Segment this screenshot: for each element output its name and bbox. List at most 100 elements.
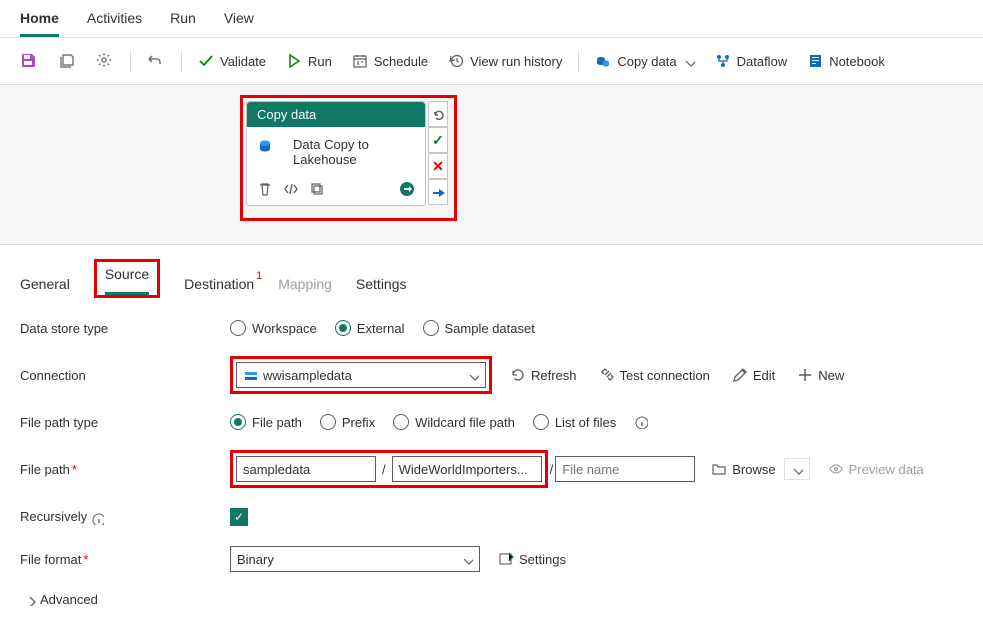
- settings-icon: [498, 551, 514, 567]
- eye-icon: [828, 461, 844, 477]
- menu-view[interactable]: View: [224, 8, 254, 37]
- radio-dot: [393, 414, 409, 430]
- info-icon[interactable]: [91, 512, 104, 525]
- pipeline-canvas[interactable]: Copy data Data Copy to Lakehouse ✓ ✕: [0, 85, 983, 245]
- new-button[interactable]: New: [793, 365, 848, 385]
- chevron-down-icon: [467, 369, 479, 381]
- reload-icon: [431, 107, 445, 121]
- tab-general[interactable]: General: [20, 276, 70, 302]
- menu-home[interactable]: Home: [20, 8, 59, 37]
- radio-wildcard[interactable]: Wildcard file path: [393, 414, 515, 430]
- status-failure[interactable]: ✕: [428, 153, 448, 179]
- radio-dot: [533, 414, 549, 430]
- copydata-label: Copy data: [617, 54, 676, 69]
- row-data-store-type: Data store type Workspace External Sampl…: [20, 320, 963, 336]
- refresh-button[interactable]: Refresh: [506, 365, 581, 385]
- row-file-format: File format* Binary Settings: [20, 546, 963, 572]
- row-connection: Connection wwisampledata Refresh Test co…: [20, 356, 963, 394]
- database-icon: [257, 138, 285, 166]
- save-icon: [20, 52, 38, 70]
- history-button[interactable]: View run history: [440, 47, 570, 75]
- preview-data-button: Preview data: [824, 459, 928, 479]
- run-button[interactable]: Run: [278, 47, 340, 75]
- activity-body: Data Copy to Lakehouse: [247, 127, 425, 177]
- saveall-button[interactable]: [50, 46, 84, 76]
- advanced-toggle[interactable]: Advanced: [20, 592, 963, 607]
- radio-list[interactable]: List of files: [533, 414, 616, 430]
- tab-source[interactable]: Source: [105, 266, 149, 295]
- radio-dot: [335, 320, 351, 336]
- notebook-icon: [807, 53, 823, 69]
- data-store-type-group: Workspace External Sample dataset: [230, 320, 535, 336]
- radio-dot: [423, 320, 439, 336]
- connection-dropdown[interactable]: wwisampledata: [236, 362, 486, 388]
- notebook-button[interactable]: Notebook: [799, 47, 893, 75]
- format-settings-button[interactable]: Settings: [494, 549, 570, 569]
- activity-name-line2: Lakehouse: [293, 152, 369, 167]
- row-file-path: File path* sampledata / WideWorldImporte…: [20, 450, 963, 488]
- tab-destination[interactable]: Destination1: [184, 276, 254, 302]
- status-success[interactable]: ✓: [428, 127, 448, 153]
- chevron-down-icon: [791, 463, 803, 475]
- advanced-label: Advanced: [40, 592, 98, 607]
- validate-label: Validate: [220, 54, 266, 69]
- container-input[interactable]: sampledata: [236, 456, 376, 482]
- redirect-icon: [431, 185, 445, 199]
- browse-button[interactable]: Browse: [707, 459, 779, 479]
- validate-button[interactable]: Validate: [190, 47, 274, 75]
- plug-icon: [599, 367, 615, 383]
- activity-title: Copy data: [247, 102, 425, 127]
- connection-actions: Refresh Test connection Edit New: [506, 365, 848, 385]
- activity-card[interactable]: Copy data Data Copy to Lakehouse: [246, 101, 426, 206]
- menu-run[interactable]: Run: [170, 8, 196, 37]
- label-file-path-type: File path type: [20, 415, 230, 430]
- test-connection-button[interactable]: Test connection: [595, 365, 714, 385]
- chevron-down-icon: [461, 553, 473, 565]
- proceed-icon[interactable]: [399, 181, 415, 197]
- browse-label: Browse: [732, 462, 775, 477]
- notebook-label: Notebook: [829, 54, 885, 69]
- dataflow-label: Dataflow: [737, 54, 788, 69]
- edit-button[interactable]: Edit: [728, 365, 779, 385]
- schedule-button[interactable]: Schedule: [344, 47, 436, 75]
- radio-external[interactable]: External: [335, 320, 405, 336]
- plus-icon: [797, 367, 813, 383]
- label-file-format: File format*: [20, 552, 230, 567]
- directory-input[interactable]: WideWorldImporters...: [392, 456, 542, 482]
- toolbar-separator: [130, 50, 131, 72]
- save-button[interactable]: [12, 46, 46, 76]
- delete-icon[interactable]: [257, 181, 273, 197]
- status-skip[interactable]: [428, 179, 448, 205]
- radio-sample[interactable]: Sample dataset: [423, 320, 535, 336]
- code-icon[interactable]: [283, 181, 299, 197]
- copydata-button[interactable]: Copy data: [587, 47, 702, 75]
- tab-settings[interactable]: Settings: [356, 276, 407, 302]
- file-format-value: Binary: [237, 552, 455, 567]
- label-connection: Connection: [20, 368, 230, 383]
- activity-footer: [247, 177, 425, 205]
- status-retry[interactable]: [428, 101, 448, 127]
- info-icon[interactable]: [634, 415, 648, 429]
- dataflow-icon: [715, 53, 731, 69]
- filename-input[interactable]: [555, 456, 695, 482]
- play-icon: [286, 53, 302, 69]
- row-file-path-type: File path type File path Prefix Wildcard…: [20, 414, 963, 430]
- radio-workspace[interactable]: Workspace: [230, 320, 317, 336]
- settings-button[interactable]: [88, 46, 122, 76]
- recursively-checkbox[interactable]: ✓: [230, 508, 248, 526]
- menu-activities[interactable]: Activities: [87, 8, 142, 37]
- clone-icon[interactable]: [309, 181, 325, 197]
- radio-dot: [320, 414, 336, 430]
- browse-dropdown[interactable]: [784, 458, 810, 480]
- chevron-down-icon: [683, 55, 695, 67]
- directory-value: WideWorldImporters...: [399, 462, 528, 477]
- dataflow-button[interactable]: Dataflow: [707, 47, 796, 75]
- history-label: View run history: [470, 54, 562, 69]
- highlight-file-path: sampledata / WideWorldImporters...: [230, 450, 548, 488]
- folder-icon: [711, 461, 727, 477]
- radio-prefix[interactable]: Prefix: [320, 414, 375, 430]
- undo-button[interactable]: [139, 46, 173, 76]
- file-format-dropdown[interactable]: Binary: [230, 546, 480, 572]
- history-icon: [448, 53, 464, 69]
- radio-file-path[interactable]: File path: [230, 414, 302, 430]
